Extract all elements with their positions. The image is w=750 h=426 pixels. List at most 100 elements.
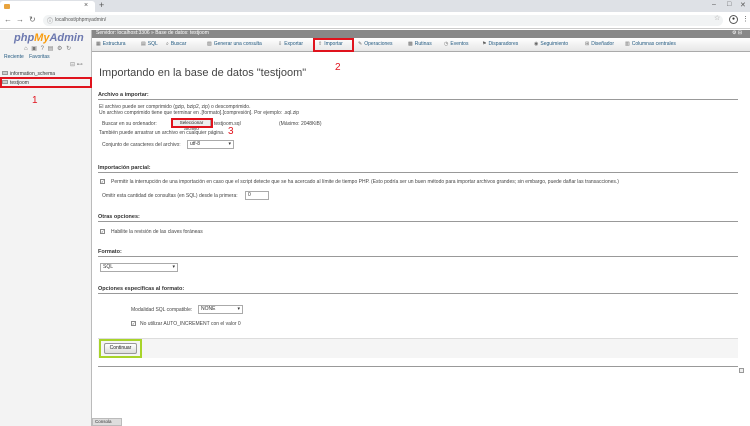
bookmark-star-icon[interactable]: ☆ bbox=[714, 14, 720, 22]
breadcrumb: Servidor: localhost:3306 » Base de datos… bbox=[96, 30, 209, 36]
other-section-header: Otras opciones: bbox=[98, 214, 140, 220]
tab-sql[interactable]: ▤ SQL bbox=[141, 41, 158, 47]
designer-icon: ⊞ bbox=[585, 41, 590, 47]
annotation-number-2: 2 bbox=[335, 62, 341, 73]
home-icon[interactable]: ⌂ bbox=[24, 46, 29, 52]
favorites-tab[interactable]: Favoritas bbox=[29, 54, 50, 60]
tab-exportar[interactable]: ⇩ Exportar bbox=[278, 41, 303, 47]
browser-tab[interactable]: × bbox=[0, 1, 95, 12]
refresh-icon[interactable]: ↻ bbox=[66, 46, 72, 52]
back-icon[interactable]: ← bbox=[4, 15, 12, 24]
partial-section-header: Importación parcial: bbox=[98, 165, 151, 171]
columns-icon: ▥ bbox=[625, 41, 630, 47]
file-description-2: Un archivo comprimido tiene que terminar… bbox=[99, 110, 300, 116]
browser-tab-strip: × + – □ ✕ bbox=[0, 0, 750, 12]
auto-increment-label: No utilizar AUTO_INCREMENT con el valor … bbox=[140, 321, 241, 327]
docs-icon[interactable]: ▤ bbox=[48, 46, 55, 52]
interrupt-label: Permitir la interrupción de una importac… bbox=[111, 179, 619, 185]
structure-icon: ▦ bbox=[96, 41, 101, 47]
account-icon[interactable]: ● bbox=[729, 15, 738, 24]
reload-icon[interactable]: ↻ bbox=[29, 15, 36, 24]
navigation-panel: phpMyAdmin ⌂ ▣ ? ▤ ⚙ ↻ Reciente Favorita… bbox=[0, 30, 92, 426]
tracking-icon: ◉ bbox=[534, 41, 539, 47]
sql-compat-select[interactable]: NONE ▾ bbox=[198, 305, 243, 314]
divider bbox=[98, 293, 738, 294]
settings-icon[interactable]: ⚙ bbox=[57, 46, 63, 52]
clock-icon: ◷ bbox=[444, 41, 449, 47]
minimize-button[interactable]: – bbox=[712, 1, 716, 8]
settings-icon[interactable]: ⚙ ⊟ bbox=[732, 30, 742, 36]
annotation-box-2 bbox=[313, 38, 354, 52]
tab-generar-consulta[interactable]: ▧ Generar una consulta bbox=[207, 41, 262, 47]
menu-icon[interactable]: ⋮ bbox=[742, 15, 749, 23]
sidebar-icon-row: ⌂ ▣ ? ▤ ⚙ ↻ bbox=[24, 45, 72, 52]
wrench-icon: ✎ bbox=[358, 41, 363, 47]
tab-columnas-centrales[interactable]: ▥ Columnas centrales bbox=[625, 41, 676, 47]
max-size-label: (Máximo: 2048KiB) bbox=[279, 121, 322, 127]
annotation-box-1 bbox=[0, 77, 92, 88]
charset-select[interactable]: utf-8 ▾ bbox=[187, 140, 234, 149]
breadcrumb-server[interactable]: Servidor: localhost:3306 bbox=[96, 30, 150, 36]
tab-close-icon[interactable]: × bbox=[84, 2, 88, 9]
forward-icon[interactable]: → bbox=[16, 15, 24, 24]
address-bar[interactable]: ⓘ localhost/phpmyadmin/ bbox=[43, 15, 723, 26]
browse-label: Buscar en su ordenador: bbox=[102, 121, 157, 127]
page-title: Importando en la base de datos "testjoom… bbox=[99, 67, 307, 79]
submit-area bbox=[98, 338, 738, 358]
format-section-header: Formato: bbox=[98, 249, 122, 255]
annotation-box-4 bbox=[99, 339, 142, 358]
divider bbox=[98, 221, 738, 222]
breadcrumb-database[interactable]: Base de datos: testjoom bbox=[155, 30, 209, 36]
foreign-keys-label: Habilite la revisión de las claves forán… bbox=[111, 229, 203, 235]
recent-tab[interactable]: Reciente bbox=[4, 54, 24, 60]
query-icon: ▧ bbox=[207, 41, 212, 47]
sql-compat-label: Modalidad SQL compatible: bbox=[131, 307, 193, 313]
tab-estructura[interactable]: ▦ Estructura bbox=[96, 41, 126, 47]
tab-buscar[interactable]: ⌕ Buscar bbox=[166, 41, 186, 47]
tab-eventos[interactable]: ◷ Eventos bbox=[444, 41, 468, 47]
tab-disparadores[interactable]: ⚑ Disparadores bbox=[482, 41, 518, 47]
sidebar-links: Reciente Favoritas bbox=[4, 54, 54, 60]
maximize-button[interactable]: □ bbox=[727, 1, 731, 8]
favicon-icon bbox=[4, 4, 10, 9]
tab-seguimiento[interactable]: ◉ Seguimiento bbox=[534, 41, 568, 47]
breadcrumb-bar: Servidor: localhost:3306 » Base de datos… bbox=[92, 30, 750, 38]
logout-icon[interactable]: ▣ bbox=[31, 46, 38, 52]
chevron-down-icon: ▾ bbox=[228, 141, 231, 147]
annotation-number-3: 3 bbox=[228, 126, 234, 137]
console-toggle[interactable]: Consola bbox=[92, 418, 122, 426]
triggers-icon: ⚑ bbox=[482, 41, 487, 47]
tab-rutinas[interactable]: ▩ Rutinas bbox=[408, 41, 432, 47]
chevron-down-icon: ▾ bbox=[237, 306, 240, 312]
interrupt-checkbox[interactable]: ✓ bbox=[100, 179, 105, 184]
export-icon: ⇩ bbox=[278, 41, 283, 47]
sql-icon: ▤ bbox=[141, 41, 146, 47]
database-icon bbox=[2, 71, 8, 75]
url-text: localhost/phpmyadmin/ bbox=[55, 17, 107, 23]
file-section-header: Archivo a importar: bbox=[98, 92, 149, 98]
divider bbox=[98, 99, 738, 100]
skip-label: Omitir esta cantidad de consultas (en SQ… bbox=[102, 193, 238, 199]
divider bbox=[98, 172, 738, 173]
database-tabs: ▦ Estructura ▤ SQL ⌕ Buscar ▧ Generar una co… bbox=[92, 38, 750, 52]
specific-section-header: Opciones específicas al formato: bbox=[98, 286, 185, 292]
chevron-down-icon: ▾ bbox=[172, 264, 175, 270]
foreign-keys-checkbox[interactable]: ✓ bbox=[100, 229, 105, 234]
auto-increment-checkbox[interactable]: ✓ bbox=[131, 321, 136, 326]
info-icon: ⓘ bbox=[47, 19, 54, 25]
page-settings-icon[interactable] bbox=[739, 368, 744, 373]
charset-label: Conjunto de caracteres del archivo: bbox=[102, 142, 181, 148]
tab-disenador[interactable]: ⊞ Diseñador bbox=[585, 41, 614, 47]
drag-hint: También puede arrastrar un archivo en cu… bbox=[99, 130, 225, 136]
divider bbox=[98, 366, 738, 367]
close-window-button[interactable]: ✕ bbox=[740, 1, 746, 9]
help-icon[interactable]: ? bbox=[41, 46, 45, 52]
phpmyadmin-logo[interactable]: phpMyAdmin bbox=[14, 32, 84, 44]
search-icon: ⌕ bbox=[166, 41, 169, 47]
format-select[interactable]: SQL ▾ bbox=[100, 263, 178, 272]
skip-queries-input[interactable]: 0 bbox=[245, 191, 269, 200]
tab-operaciones[interactable]: ✎ Operaciones bbox=[358, 41, 393, 47]
annotation-box-3 bbox=[171, 118, 213, 128]
collapse-all-icon[interactable]: ⊟ ⊷ bbox=[70, 61, 83, 68]
new-tab-button[interactable]: + bbox=[99, 0, 104, 10]
